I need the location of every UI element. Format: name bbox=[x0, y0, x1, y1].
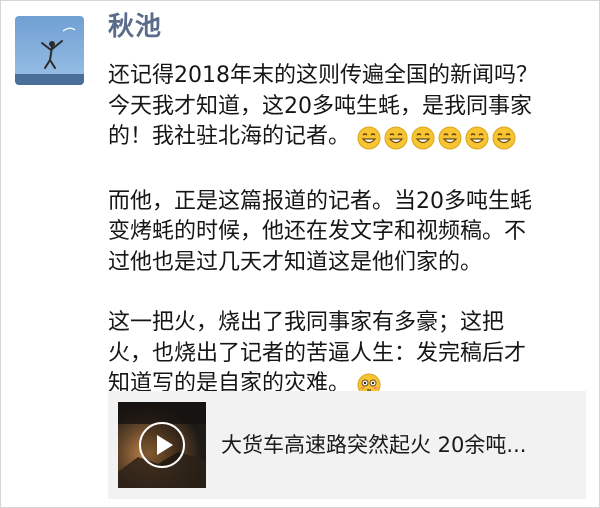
grin-emoji bbox=[384, 126, 408, 150]
shared-video-title[interactable]: 大货车高速路突然起火 20余吨... bbox=[221, 431, 577, 459]
post-text: 还记得2018年末的这则传遍全国的新闻吗？ 今天我才知道，这20多吨生蚝，是我同… bbox=[108, 61, 590, 404]
author-name[interactable]: 秋池 bbox=[108, 9, 162, 45]
emoji-row bbox=[357, 126, 519, 157]
post-line: 今天我才知道，这20多吨生蚝，是我同事家 bbox=[108, 93, 532, 119]
post-line: 这一把火，烧出了我同事家有多豪；这把 bbox=[108, 310, 505, 335]
post-paragraph-2: 而他，正是这篇报道的记者。当20多吨生蚝 变烤蚝的时候，他还在发文字和视频稿。不… bbox=[108, 187, 590, 279]
grin-emoji bbox=[438, 126, 462, 150]
post-line: 过他也是过几天才知道这是他们家的。 bbox=[108, 249, 483, 275]
post-line: 还记得2018年末的这则传遍全国的新闻吗？ bbox=[108, 63, 538, 88]
avatar[interactable] bbox=[15, 16, 84, 85]
grin-emoji bbox=[492, 126, 516, 150]
grin-emoji bbox=[357, 126, 381, 150]
moment-post: 秋池 还记得2018年末的这则传遍全国的新闻吗？ 今天我才知道，这20多吨生蚝，… bbox=[0, 0, 600, 508]
play-icon[interactable] bbox=[139, 422, 185, 468]
shared-video-card[interactable]: 大货车高速路突然起火 20余吨... bbox=[108, 391, 586, 499]
post-paragraph-1: 还记得2018年末的这则传遍全国的新闻吗？ 今天我才知道，这20多吨生蚝，是我同… bbox=[108, 61, 590, 157]
video-thumbnail[interactable] bbox=[118, 402, 206, 488]
post-line: 的！我社驻北海的记者。 bbox=[108, 124, 351, 149]
post-line: 变烤蚝的时候，他还在发文字和视频稿。不 bbox=[108, 219, 527, 244]
post-line: 而他，正是这篇报道的记者。当20多吨生蚝 bbox=[108, 188, 532, 214]
grin-emoji bbox=[465, 126, 489, 150]
post-line: 火，也烧出了记者的苦逼人生：发完稿后才 bbox=[108, 340, 527, 366]
grin-emoji bbox=[411, 126, 435, 150]
post-paragraph-3: 这一把火，烧出了我同事家有多豪；这把 火，也烧出了记者的苦逼人生：发完稿后才 知… bbox=[108, 308, 590, 404]
